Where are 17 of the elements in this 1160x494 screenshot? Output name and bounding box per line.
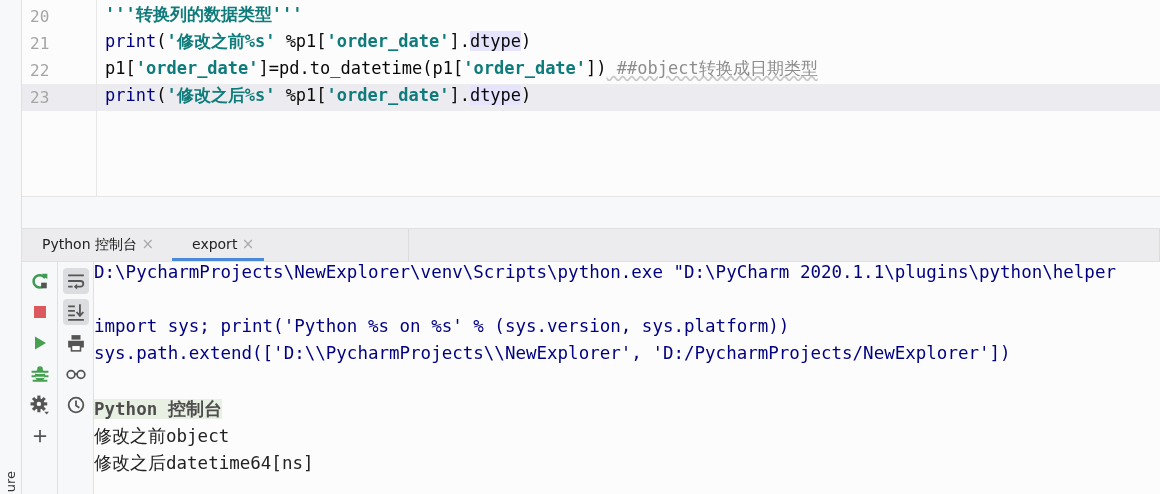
console-command: import sys; print('Python %s on %s' % (sys.version, sys.platform)): [94, 316, 790, 336]
code-line: print('修改之前%s' %p1['order_date'].dtype): [104, 30, 533, 53]
console-output: 修改之前object: [94, 426, 230, 446]
line-number: 23: [30, 88, 50, 107]
tool-window-label[interactable]: ure: [2, 470, 19, 492]
console-tab[interactable]: Python 控制台 ×: [22, 229, 164, 261]
console-command: D:\PycharmProjects\NewExplorer\venv\Scripts\python.exe "D:\PyCharm 2020.1.1\plugins\python\helper: [94, 262, 1116, 282]
console-command: sys.path.extend(['D:\\PycharmProjects\\NewExplorer', 'D:/PycharmProjects/NewExplorer']): [94, 343, 1011, 363]
line-number: 20: [30, 7, 50, 26]
line-number: 21: [30, 34, 50, 53]
code-line: p1['order_date']=pd.to_datetime(p1['order_date']) ##object转换成日期类型: [104, 57, 819, 80]
console-banner: Python 控制台: [94, 399, 222, 419]
wrap-icon[interactable]: [62, 268, 89, 294]
code-line: '''转换列的数据类型''': [104, 3, 304, 26]
console-output: 修改之后datetime64[ns]: [94, 453, 314, 473]
scroll-to-end-icon[interactable]: [62, 299, 89, 325]
line-number: 22: [30, 61, 50, 80]
